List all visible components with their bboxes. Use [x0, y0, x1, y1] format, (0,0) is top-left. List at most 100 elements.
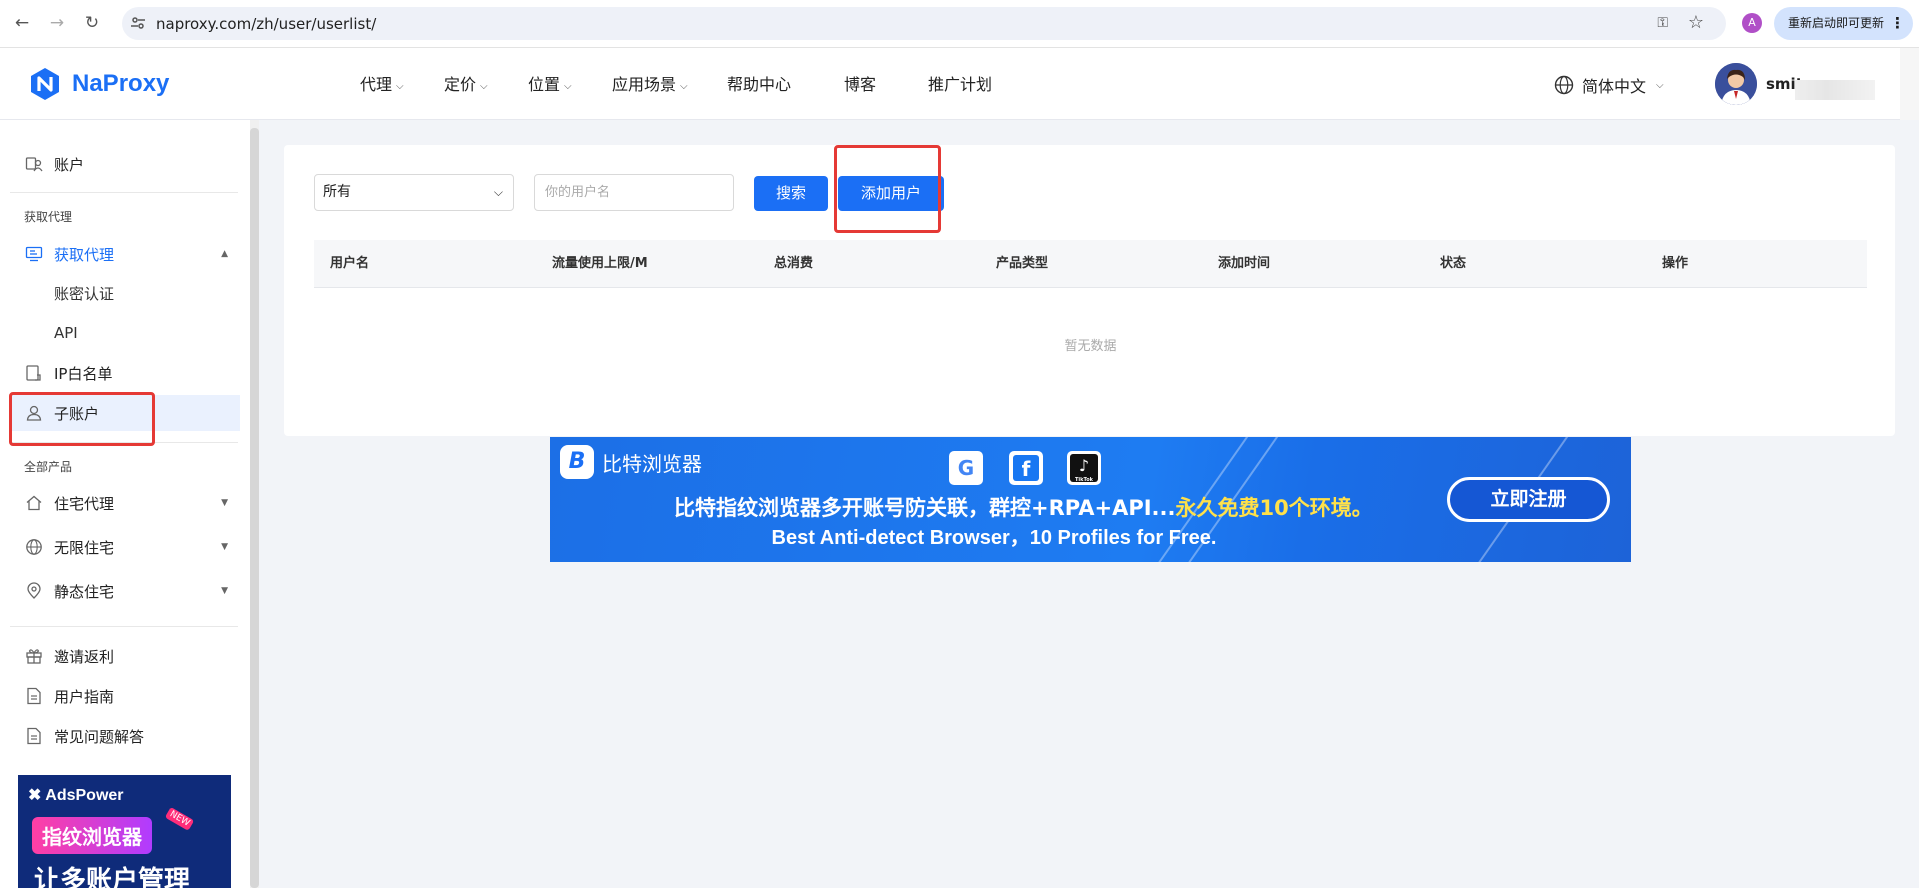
update-label: 重新启动即可更新: [1788, 16, 1885, 30]
gift-icon: [24, 646, 44, 666]
chevron-down-icon: ⌵: [564, 81, 572, 92]
sidebar-item-label: 账户: [54, 155, 85, 174]
sidebar-item-static-residential[interactable]: 静态住宅 ▼: [10, 573, 240, 609]
empty-state-text: 暂无数据: [1064, 339, 1117, 354]
adspower-ad-banner[interactable]: ✖ AdsPower 指纹浏览器 NEW 让多账户管理: [18, 775, 231, 888]
nav-label: 推广计划: [928, 75, 993, 94]
redacted-username: [1795, 80, 1875, 100]
bitbrowser-headline: 比特指纹浏览器多开账号防关联，群控+RPA+API...永久免费10个环境。: [674, 492, 1373, 522]
sidebar-item-ip-whitelist[interactable]: IP白名单: [10, 355, 240, 391]
group-label-get-proxy: 获取代理: [24, 210, 73, 224]
column-header-total-spend: 总消费: [774, 256, 814, 271]
language-selector[interactable]: 简体中文 ⌵: [1554, 72, 1664, 98]
sidebar-item-get-proxy[interactable]: 获取代理 ▲: [10, 236, 240, 272]
more-menu-icon[interactable]: ⋮: [1890, 7, 1905, 40]
sidebar-item-api[interactable]: API: [10, 315, 240, 351]
status-filter-select[interactable]: 所有 ⌵: [314, 174, 514, 211]
address-bar[interactable]: naproxy.com/zh/user/userlist/ ⚿ ☆: [122, 7, 1726, 40]
google-icon: G: [949, 451, 983, 485]
naproxy-logo-icon: [31, 68, 59, 100]
site-header: NaProxy 代理 ⌵ 定价 ⌵ 位置 ⌵ 应用场景 ⌵ 帮助中心 博客 推广计划 简…: [0, 48, 1919, 120]
column-header-added-time: 添加时间: [1218, 256, 1271, 271]
sidebar-item-label: 账密认证: [54, 284, 115, 303]
adspower-brand: ✖ AdsPower: [28, 787, 124, 804]
new-badge: NEW: [164, 806, 195, 832]
bitbrowser-logo-icon: B: [560, 445, 594, 479]
sidebar-item-label: 住宅代理: [54, 494, 115, 513]
bitbrowser-subheadline: Best Anti-detect Browser，10 Profiles for…: [771, 527, 1217, 549]
divider: [10, 192, 238, 193]
logo[interactable]: NaProxy: [28, 64, 169, 104]
document-icon: [24, 726, 44, 746]
column-header-product-type: 产品类型: [996, 256, 1049, 271]
sidebar-item-account[interactable]: 账户: [10, 146, 240, 182]
nav-label: 位置: [528, 75, 561, 94]
account-icon: [24, 154, 44, 174]
bookmark-star-icon[interactable]: ☆: [1688, 12, 1704, 33]
nav-blog[interactable]: 博客: [844, 72, 876, 98]
bitbrowser-brand: 比特浏览器: [602, 451, 702, 476]
chevron-down-icon: ⌵: [493, 185, 503, 199]
forward-icon[interactable]: →: [45, 11, 69, 35]
nav-affiliate[interactable]: 推广计划: [928, 72, 992, 98]
whitelist-icon: [24, 363, 44, 383]
sidebar-scrollbar[interactable]: [250, 120, 259, 888]
sidebar-item-label: 静态住宅: [54, 582, 115, 601]
home-icon: [24, 493, 44, 513]
language-label: 简体中文: [1582, 77, 1647, 96]
nav-label: 代理: [360, 75, 393, 94]
chevron-down-icon: ⌵: [1656, 79, 1664, 91]
select-value: 所有: [323, 184, 351, 200]
url-text[interactable]: naproxy.com/zh/user/userlist/: [156, 15, 376, 33]
sidebar-item-faq[interactable]: 常见问题解答: [10, 718, 240, 754]
globe-icon: [1554, 75, 1574, 95]
sidebar-item-label: 无限住宅: [54, 538, 115, 557]
headline-main: 比特指纹浏览器多开账号防关联，群控+RPA+API...: [674, 496, 1176, 520]
column-header-actions: 操作: [1662, 256, 1689, 271]
nav-label: 博客: [844, 75, 877, 94]
nav-location[interactable]: 位置 ⌵: [528, 72, 572, 101]
register-now-button[interactable]: 立即注册: [1447, 477, 1610, 522]
update-button[interactable]: 重新启动即可更新 ⋮: [1774, 7, 1913, 40]
reload-icon[interactable]: ↻: [80, 11, 104, 35]
nav-use-cases[interactable]: 应用场景 ⌵: [612, 72, 688, 101]
table-header: 用户名 流量使用上限/M 总消费 产品类型 添加时间 状态 操作: [314, 240, 1867, 288]
tiktok-label: TikTok: [1075, 477, 1093, 483]
search-button[interactable]: 搜索: [754, 176, 828, 211]
nav-proxy[interactable]: 代理 ⌵: [360, 72, 404, 101]
browser-toolbar: ← → ↻ naproxy.com/zh/user/userlist/ ⚿ ☆ …: [0, 0, 1919, 48]
sidebar-item-account-auth[interactable]: 账密认证: [10, 275, 240, 311]
tiktok-icon: ♪ TikTok: [1067, 451, 1101, 485]
caret-up-icon: ▲: [221, 249, 228, 259]
nav-label: 应用场景: [612, 75, 677, 94]
chevron-down-icon: ⌵: [680, 81, 688, 92]
document-icon: [24, 686, 44, 706]
user-avatar[interactable]: [1715, 63, 1757, 105]
profile-avatar[interactable]: A: [1742, 13, 1762, 33]
divider: [10, 626, 238, 627]
sidebar-item-user-guide[interactable]: 用户指南: [10, 678, 240, 714]
nav-help-center[interactable]: 帮助中心: [727, 72, 791, 98]
nav-pricing[interactable]: 定价 ⌵: [444, 72, 488, 101]
site-settings-icon[interactable]: [130, 15, 146, 31]
sidebar-item-unlimited-residential[interactable]: 无限住宅 ▼: [10, 529, 240, 565]
header-scrollbar: [1900, 48, 1919, 120]
input-placeholder: 你的用户名: [545, 185, 611, 200]
sidebar-item-invite[interactable]: 邀请返利: [10, 638, 240, 674]
sidebar-item-label: 获取代理: [54, 245, 115, 264]
sidebar-item-label: 用户指南: [54, 687, 115, 706]
username-search-input[interactable]: 你的用户名: [534, 174, 734, 211]
adspower-pill: 指纹浏览器: [32, 817, 152, 854]
proxy-icon: [24, 244, 44, 264]
back-icon[interactable]: ←: [10, 11, 34, 35]
password-key-icon[interactable]: ⚿: [1657, 15, 1668, 31]
sidebar-item-residential[interactable]: 住宅代理 ▼: [10, 485, 240, 521]
bitbrowser-ad-banner[interactable]: B 比特浏览器 G f ♪ TikTok 比特指纹浏览器多开账号防关联，群控+RP…: [550, 437, 1631, 562]
sidebar-item-label: 邀请返利: [54, 647, 115, 666]
sidebar-item-label: IP白名单: [54, 364, 113, 383]
caret-down-icon: ▼: [221, 586, 228, 596]
column-header-username: 用户名: [330, 256, 370, 271]
headline-highlight: 永久免费10个环境。: [1175, 496, 1373, 520]
column-header-traffic-limit: 流量使用上限/M: [552, 256, 648, 271]
scrollbar-thumb[interactable]: [250, 128, 259, 888]
